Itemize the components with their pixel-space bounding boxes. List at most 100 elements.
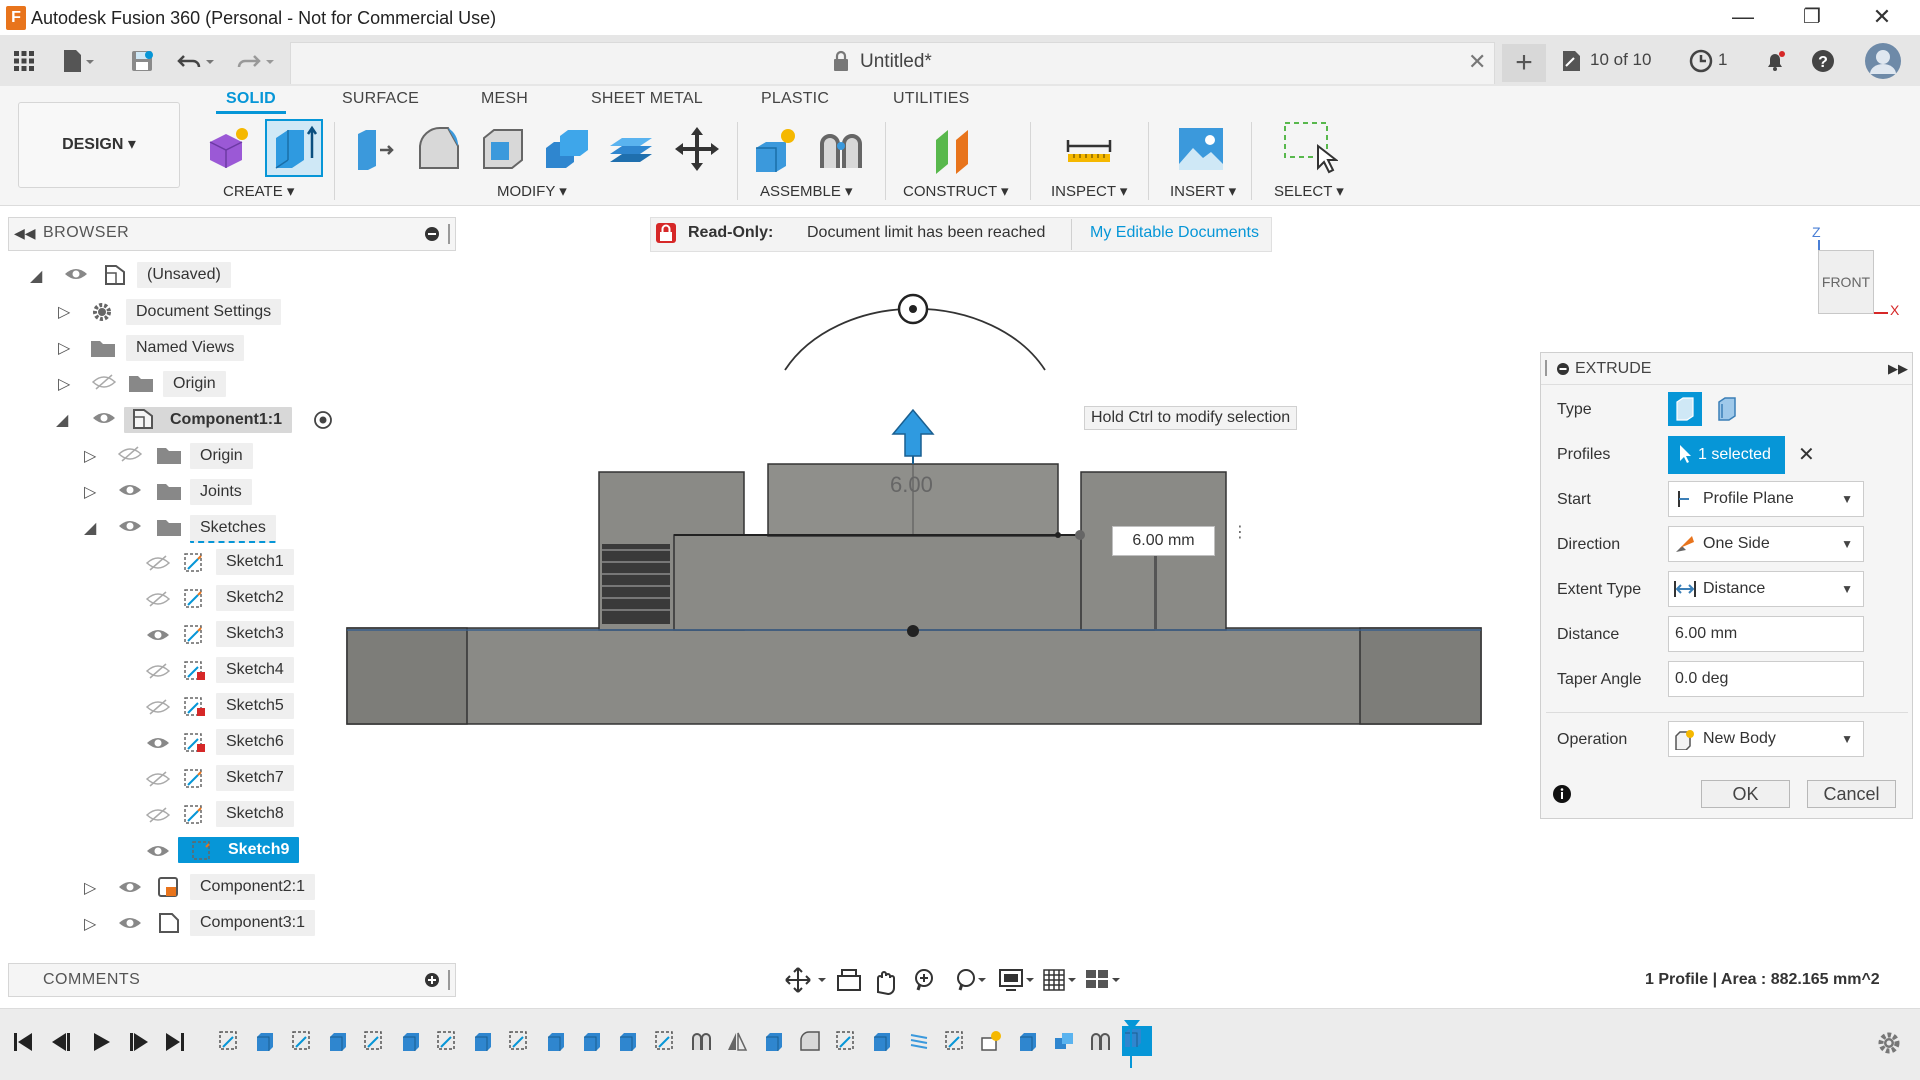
direction-dropdown[interactable]: One Side ▼ (1668, 526, 1864, 562)
tree-item-origin-child[interactable]: Origin (190, 443, 253, 469)
eye-icon[interactable] (146, 843, 170, 864)
profiles-count[interactable]: 1 selected (1698, 446, 1771, 464)
notifications-bell-icon[interactable] (1762, 48, 1788, 79)
tree-item-component3[interactable]: Component3:1 (190, 910, 315, 936)
timeline-sketch-icon[interactable] (218, 1030, 240, 1052)
timeline-marker-handle[interactable] (1124, 1020, 1140, 1030)
undo-icon[interactable] (176, 48, 214, 74)
timeline-extrude-icon[interactable] (581, 1030, 603, 1052)
timeline-joint-icon[interactable] (690, 1030, 712, 1052)
operation-dropdown[interactable]: New Body ▼ (1668, 721, 1864, 757)
eye-icon[interactable] (64, 266, 88, 287)
joint-icon[interactable] (816, 124, 866, 174)
offset-plane-icon[interactable] (930, 124, 980, 174)
job-status-icon[interactable] (1688, 48, 1714, 79)
eye-icon[interactable] (118, 482, 142, 503)
collapse-dialog-icon[interactable] (1556, 362, 1570, 381)
activate-component-icon[interactable] (313, 410, 333, 435)
timeline-extrude-icon[interactable] (472, 1030, 494, 1052)
timeline-fillet-icon[interactable] (799, 1030, 821, 1052)
insert-menu[interactable]: INSERT ▾ (1170, 182, 1236, 200)
collapse-triangle-icon[interactable]: ◢ (30, 266, 42, 286)
tab-solid[interactable]: SOLID (226, 90, 276, 108)
type-solid-button[interactable] (1668, 392, 1702, 426)
timeline-extrude-icon[interactable] (400, 1030, 422, 1052)
save-icon[interactable] (128, 48, 156, 74)
timeline-sketch-icon[interactable] (363, 1030, 385, 1052)
timeline-sketch-icon[interactable] (436, 1030, 458, 1052)
redo-icon[interactable] (236, 48, 274, 74)
timeline-sketch-icon[interactable] (508, 1030, 530, 1052)
type-thin-button[interactable] (1710, 392, 1744, 426)
close-window-button[interactable]: ✕ (1852, 0, 1912, 36)
tree-item-sketches[interactable]: Sketches (190, 515, 276, 543)
combine-icon[interactable] (542, 124, 592, 174)
timeline-component-icon[interactable] (980, 1030, 1002, 1052)
timeline-thread-icon[interactable] (908, 1030, 930, 1052)
expand-triangle-icon[interactable]: ▷ (84, 914, 96, 934)
timeline-extrude-icon[interactable] (763, 1030, 785, 1052)
taper-angle-input[interactable]: 0.0 deg (1668, 661, 1864, 697)
timeline-sketch-icon[interactable] (291, 1030, 313, 1052)
eye-icon[interactable] (118, 915, 142, 936)
eye-icon[interactable] (146, 735, 170, 756)
timeline-extrude-icon[interactable] (327, 1030, 349, 1052)
modify-menu[interactable]: MODIFY ▾ (497, 182, 567, 200)
window-select-icon[interactable] (1282, 120, 1339, 176)
insert-image-icon[interactable] (1176, 124, 1226, 174)
add-comment-icon[interactable] (424, 972, 440, 993)
move-copy-icon[interactable] (672, 124, 722, 174)
timeline-sketch-icon[interactable] (835, 1030, 857, 1052)
help-icon[interactable]: ? (1810, 48, 1836, 79)
fillet-icon[interactable] (414, 124, 464, 174)
start-dropdown[interactable]: Profile Plane ▼ (1668, 481, 1864, 517)
timeline-marker[interactable] (1130, 1024, 1132, 1068)
shell-icon[interactable] (478, 124, 528, 174)
select-menu[interactable]: SELECT ▾ (1274, 182, 1344, 200)
info-icon[interactable] (1552, 784, 1572, 809)
create-form-icon[interactable] (204, 124, 254, 174)
extrude-icon[interactable] (264, 118, 324, 178)
tree-item-unsaved[interactable]: (Unsaved) (137, 262, 231, 288)
restore-button[interactable]: ❐ (1782, 0, 1842, 36)
view-cube[interactable]: FRONT (1818, 250, 1874, 314)
timeline-settings-gear-icon[interactable] (1876, 1030, 1902, 1061)
tree-item-sketch2[interactable]: Sketch2 (216, 585, 294, 611)
job-count[interactable]: 1 (1718, 50, 1727, 70)
expand-triangle-icon[interactable]: ▷ (58, 302, 70, 322)
tree-item-named-views[interactable]: Named Views (126, 335, 245, 361)
eye-icon[interactable] (146, 627, 170, 648)
expand-triangle-icon[interactable]: ▷ (58, 338, 70, 358)
tree-item-sketch3[interactable]: Sketch3 (216, 621, 294, 647)
tree-item-joints[interactable]: Joints (190, 479, 252, 505)
eye-hidden-icon[interactable] (145, 663, 171, 684)
press-pull-icon[interactable] (350, 124, 400, 174)
timeline-extrude-icon[interactable] (1121, 1026, 1152, 1056)
construct-menu[interactable]: CONSTRUCT ▾ (903, 182, 1009, 200)
tree-item-sketch6[interactable]: Sketch6 (216, 729, 294, 755)
workspace-design-button[interactable]: DESIGN ▾ (18, 102, 180, 188)
cancel-button[interactable]: Cancel (1807, 780, 1896, 808)
timeline-playback-controls[interactable] (12, 1030, 192, 1054)
eye-hidden-icon[interactable] (117, 446, 143, 467)
tab-sheet-metal[interactable]: SHEET METAL (591, 90, 703, 108)
tree-item-sketch1[interactable]: Sketch1 (216, 549, 294, 575)
eye-icon[interactable] (118, 518, 142, 539)
user-avatar[interactable] (1864, 42, 1902, 85)
timeline-extrude-icon[interactable] (545, 1030, 567, 1052)
model-viewport[interactable] (340, 280, 1510, 740)
eye-hidden-icon[interactable] (145, 591, 171, 612)
browser-minus-icon[interactable] (424, 226, 440, 247)
eye-hidden-icon[interactable] (145, 807, 171, 828)
timeline-combine-icon[interactable] (1053, 1030, 1075, 1052)
offset-face-icon[interactable] (606, 124, 656, 174)
data-panel-grid-icon[interactable] (10, 48, 38, 74)
collapse-triangle-icon[interactable]: ◢ (56, 410, 68, 430)
tab-surface[interactable]: SURFACE (342, 90, 419, 108)
version-count[interactable]: 10 of 10 (1590, 50, 1651, 70)
create-menu[interactable]: CREATE ▾ (223, 182, 294, 200)
tree-item-sketch5[interactable]: Sketch5 (216, 693, 294, 719)
tree-item-origin[interactable]: Origin (163, 371, 226, 397)
versions-icon[interactable] (1560, 48, 1584, 79)
eye-hidden-icon[interactable] (145, 555, 171, 576)
